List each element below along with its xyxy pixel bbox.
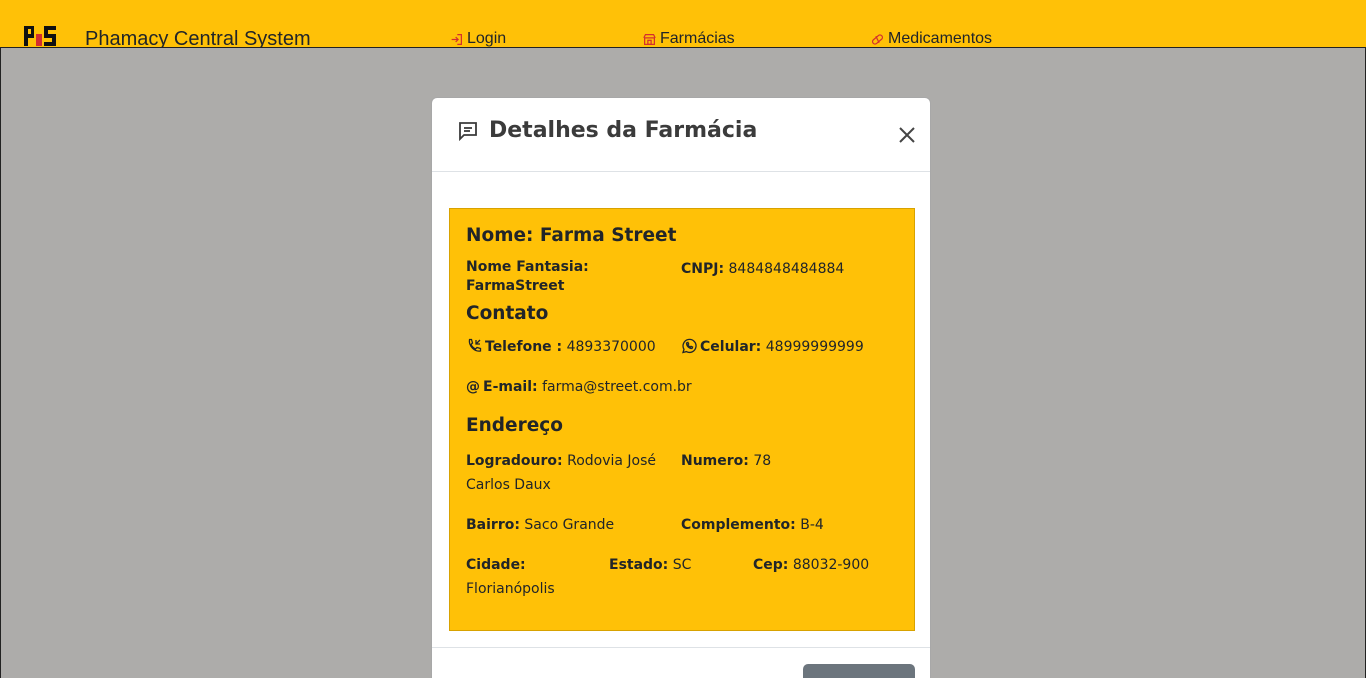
cep-field: Cep: 88032-900: [753, 553, 869, 577]
cnpj-value: 8484848484884: [728, 261, 845, 277]
numero-value: 78: [753, 453, 772, 469]
cep-label: Cep:: [753, 557, 789, 573]
nome-fantasia-value: FarmaStreet: [466, 278, 565, 294]
endereco-heading: Endereço: [466, 415, 563, 436]
nav-login-label: Login: [467, 30, 507, 47]
cidade-value: Florianópolis: [466, 581, 555, 597]
modal-header: Detalhes da Farmácia: [432, 98, 930, 172]
telefone-value: 4893370000: [566, 339, 656, 355]
phone-icon: [468, 338, 482, 352]
pharmacy-details-modal: Detalhes da Farmácia Nome: Farma Street …: [431, 97, 931, 678]
shop-icon: [643, 33, 656, 45]
celular-value: 48999999999: [765, 339, 864, 355]
login-icon: [451, 33, 462, 45]
estado-value: SC: [672, 557, 692, 573]
logradouro-field: Logradouro: Rodovia José Carlos Daux: [466, 449, 666, 497]
cnpj-label: CNPJ:: [681, 261, 725, 277]
complemento-label: Complemento:: [681, 517, 796, 533]
logradouro-value-line-2: Carlos Daux: [466, 477, 551, 493]
pharmacy-name-heading: Nome: Farma Street: [466, 225, 677, 246]
numero-field: Numero: 78: [681, 449, 771, 473]
email-field: @ E-mail: farma@street.com.br: [466, 378, 692, 397]
pharmacy-details-card: Nome: Farma Street Nome Fantasia: FarmaS…: [449, 208, 915, 631]
capsule-icon: [871, 33, 884, 45]
email-value: farma@street.com.br: [542, 379, 692, 395]
estado-label: Estado:: [609, 557, 669, 573]
celular-label: Celular:: [700, 339, 762, 355]
modal-title-text: Detalhes da Farmácia: [489, 118, 758, 143]
modal-title: Detalhes da Farmácia: [457, 118, 757, 143]
navbar: Phamacy Central System Login Farmácias M…: [0, 0, 1366, 50]
nome-fantasia-field: Nome Fantasia: FarmaStreet: [466, 258, 666, 296]
footer-close-button[interactable]: [803, 664, 915, 678]
logradouro-value: Rodovia José: [567, 453, 657, 469]
estado-field: Estado: SC: [609, 553, 691, 577]
nav-farmacias-link[interactable]: Farmácias: [643, 30, 735, 48]
celular-field: Celular: 48999999999: [681, 338, 864, 357]
cnpj-field: CNPJ: 8484848484884: [681, 260, 844, 279]
telefone-label: Telefone :: [485, 339, 563, 355]
logradouro-label: Logradouro:: [466, 453, 563, 469]
nav-medicamentos-label: Medicamentos: [888, 30, 993, 47]
at-icon: @: [466, 379, 480, 395]
bairro-value: Saco Grande: [524, 517, 615, 533]
cep-value: 88032-900: [792, 557, 870, 573]
bairro-field: Bairro: Saco Grande: [466, 513, 614, 537]
modal-footer-divider: [432, 647, 930, 648]
nav-login-link[interactable]: Login: [450, 30, 506, 48]
complemento-value: B-4: [800, 517, 824, 533]
cidade-field: Cidade: Florianópolis: [466, 553, 606, 601]
complemento-field: Complemento: B-4: [681, 513, 824, 537]
cidade-label: Cidade:: [466, 557, 526, 573]
nav-farmacias-label: Farmácias: [660, 30, 735, 47]
whatsapp-icon: [682, 338, 697, 354]
logo-icon: [22, 24, 60, 48]
nome-fantasia-label: Nome Fantasia:: [466, 259, 589, 275]
bairro-label: Bairro:: [466, 517, 520, 533]
contato-heading: Contato: [466, 303, 549, 324]
email-label: E-mail:: [483, 379, 538, 395]
numero-label: Numero:: [681, 453, 749, 469]
chat-text-icon: [459, 121, 477, 141]
close-icon[interactable]: [898, 126, 916, 144]
nav-medicamentos-link[interactable]: Medicamentos: [871, 30, 992, 48]
telefone-field: Telefone : 4893370000: [466, 338, 656, 357]
